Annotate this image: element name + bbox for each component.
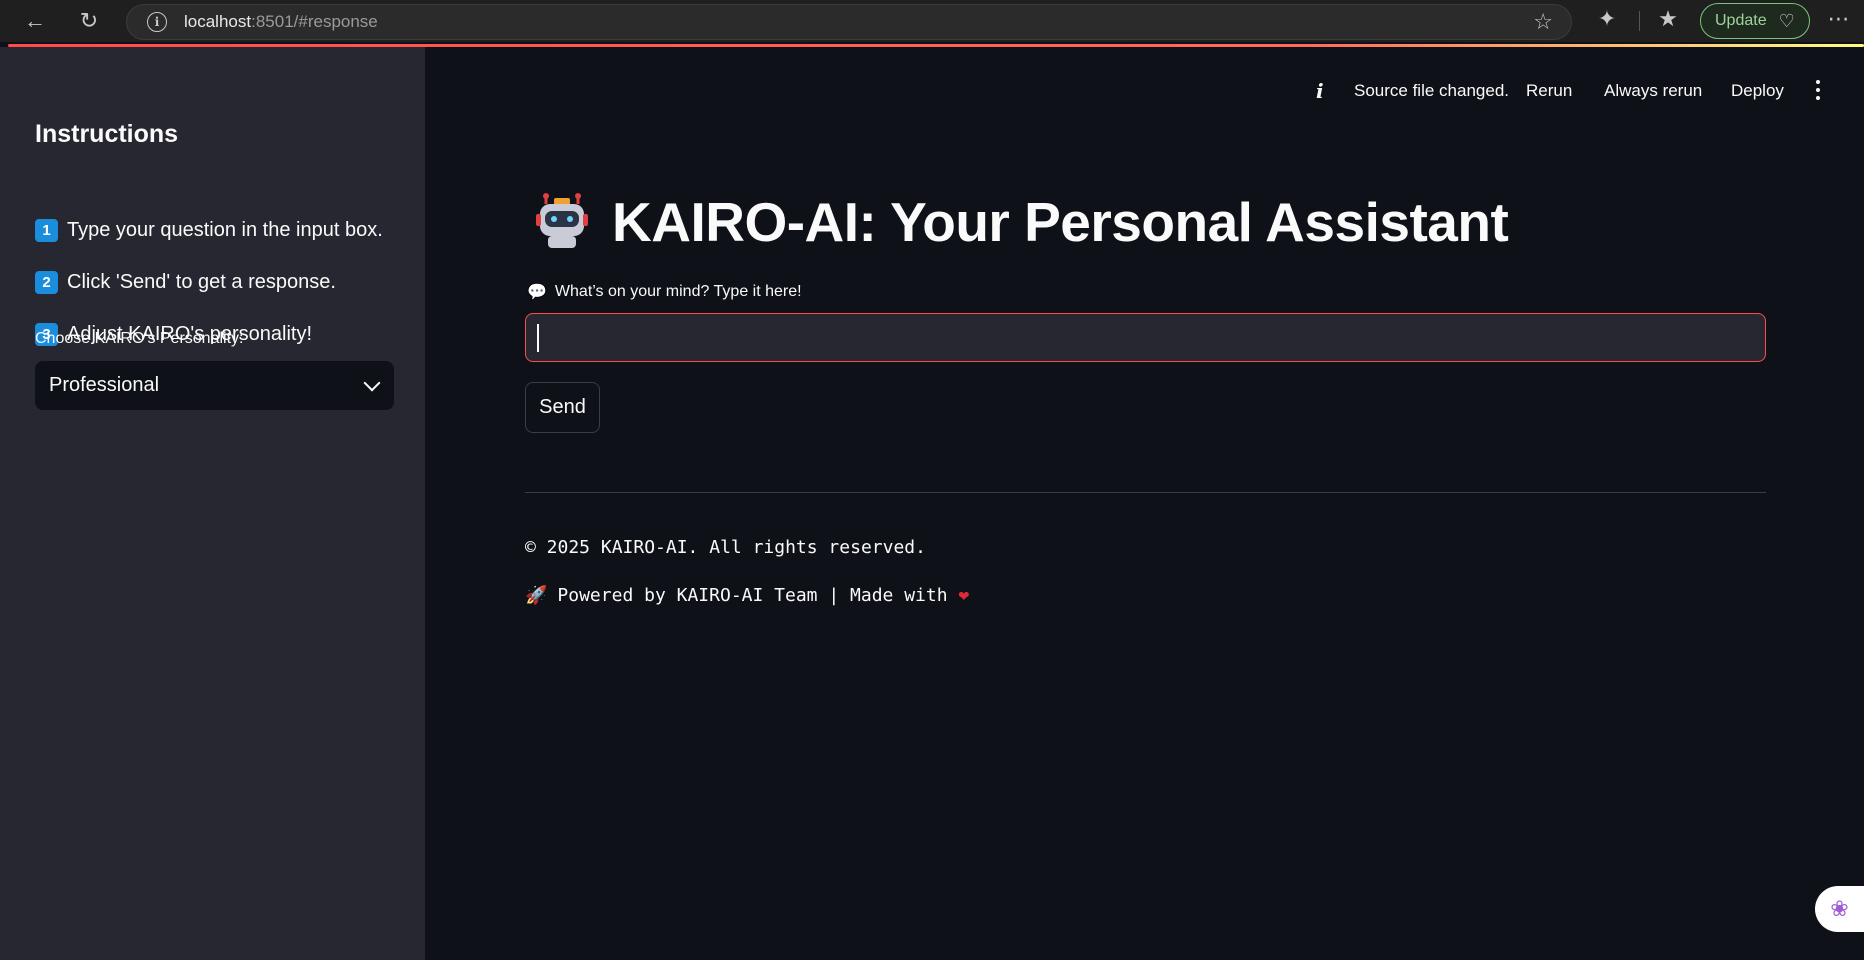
update-label: Update xyxy=(1715,12,1767,29)
send-button[interactable]: Send xyxy=(525,382,600,433)
footer-powered-text: Powered by KAIRO-AI Team | Made with xyxy=(557,585,948,606)
star-icon[interactable]: ☆ xyxy=(1533,9,1553,35)
url-text: localhost:8501/#response xyxy=(184,12,378,31)
robot-icon xyxy=(536,193,588,248)
favorites-icon[interactable]: ★ xyxy=(1653,6,1683,32)
instruction-text: Click 'Send' to get a response. xyxy=(67,271,336,293)
extensions-icon[interactable]: ✦ xyxy=(1592,6,1622,32)
address-bar[interactable]: i localhost:8501/#response ☆ xyxy=(126,4,1572,40)
status-text: Source file changed. xyxy=(1354,81,1509,100)
input-label-text: What’s on your mind? Type it here! xyxy=(554,283,802,300)
chevron-down-icon xyxy=(363,374,381,391)
personality-select-value: Professional xyxy=(49,374,160,396)
kebab-menu-icon[interactable] xyxy=(1814,80,1822,104)
divider xyxy=(525,492,1766,493)
sidebar-title: Instructions xyxy=(35,120,179,148)
reload-icon[interactable]: ↻ xyxy=(71,3,107,39)
deploy-button[interactable]: Deploy xyxy=(1731,81,1784,101)
heart-icon: ❤ xyxy=(958,585,970,606)
instruction-item: 1 Type your question in the input box. xyxy=(35,219,383,242)
number-two-icon: 2 xyxy=(35,271,58,294)
sidebar xyxy=(0,47,425,960)
page-title: KAIRO-AI: Your Personal Assistant xyxy=(612,191,1509,253)
personality-select[interactable]: Professional xyxy=(35,361,394,410)
always-rerun-button[interactable]: Always rerun xyxy=(1604,81,1702,101)
instruction-item: 2 Click 'Send' to get a response. xyxy=(35,271,336,294)
input-label: 💬 What’s on your mind? Type it here! xyxy=(527,282,802,302)
browser-toolbar: ← ↻ i localhost:8501/#response ☆ ✦ ★ Upd… xyxy=(0,0,1864,42)
personality-select-label: Choose KAIRO's Personality: xyxy=(35,330,244,347)
footer-powered: 🚀 Powered by KAIRO-AI Team | Made with ❤ xyxy=(525,585,969,606)
brain-icon[interactable]: ❀ xyxy=(1815,886,1864,932)
back-icon[interactable]: ← xyxy=(17,3,53,39)
question-input[interactable] xyxy=(525,313,1766,362)
rerun-button[interactable]: Rerun xyxy=(1526,81,1572,101)
number-one-icon: 1 xyxy=(35,219,58,242)
footer-copyright: © 2025 KAIRO-AI. All rights reserved. xyxy=(525,537,926,558)
more-icon[interactable]: ⋯ xyxy=(1824,6,1854,32)
update-button[interactable]: Update ♡ xyxy=(1700,3,1810,39)
speech-bubble-icon: 💬 xyxy=(527,284,547,301)
instruction-text: Type your question in the input box. xyxy=(67,219,383,241)
info-icon[interactable]: i xyxy=(1308,79,1324,103)
text-caret xyxy=(537,324,539,352)
toolbar-separator xyxy=(1639,11,1640,31)
rocket-icon: 🚀 xyxy=(525,585,548,606)
site-info-icon[interactable]: i xyxy=(147,12,167,32)
health-icon: ♡ xyxy=(1778,10,1795,31)
